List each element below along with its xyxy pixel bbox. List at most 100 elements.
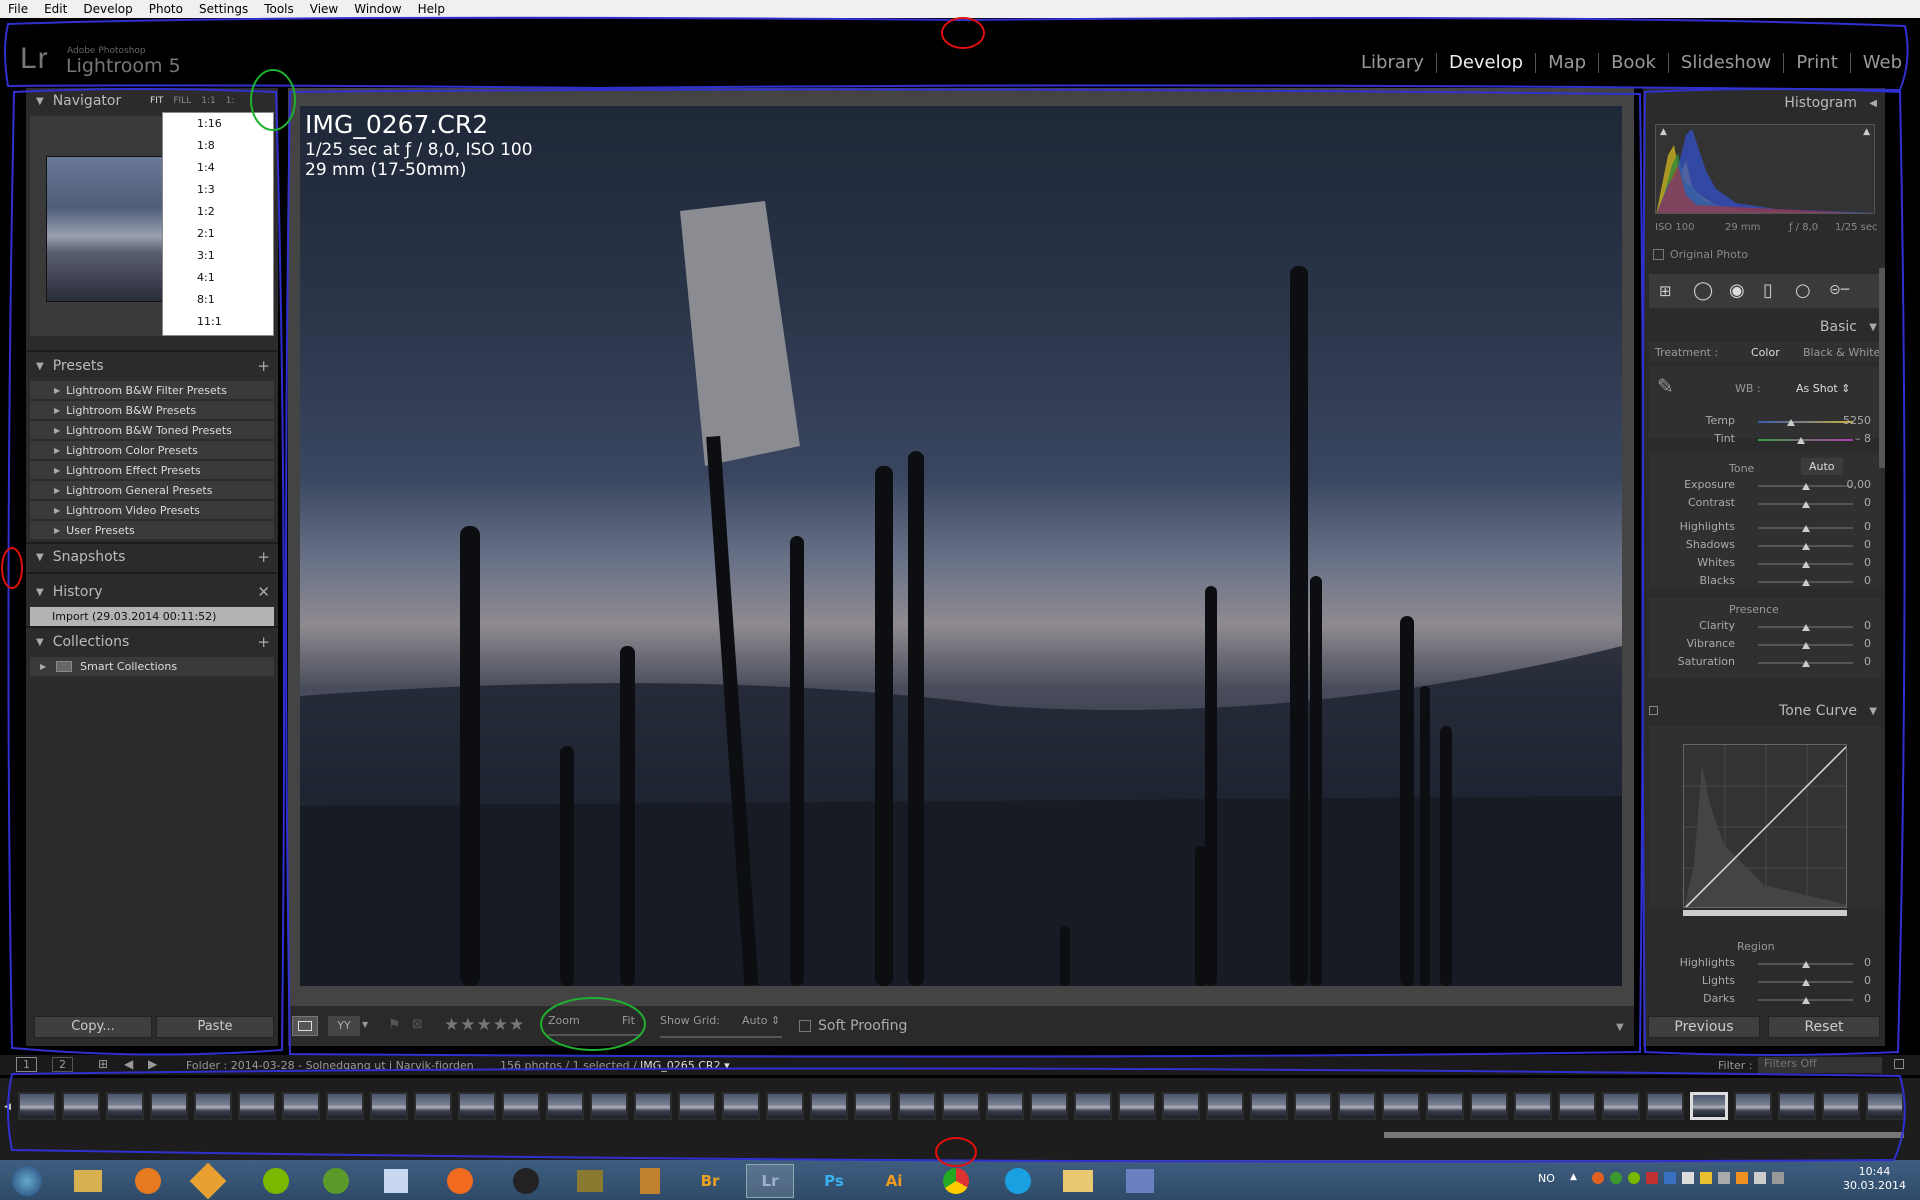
previous-button[interactable]: Previous	[1648, 1016, 1760, 1038]
snapshots-header[interactable]: ▼ Snapshots +	[26, 544, 278, 570]
nav-option-fit[interactable]: FIT	[150, 96, 163, 106]
filmstrip-thumbnail[interactable]	[1250, 1092, 1288, 1120]
taskbar-clock[interactable]: 10:44 30.03.2014	[1843, 1165, 1906, 1193]
filmstrip-thumbnail[interactable]	[854, 1092, 892, 1120]
filmstrip-scrollbar[interactable]	[1384, 1132, 1904, 1138]
filmstrip-thumbnail[interactable]	[502, 1092, 540, 1120]
filmstrip-thumbnail[interactable]	[1470, 1092, 1508, 1120]
tray-flag-icon[interactable]	[1718, 1172, 1730, 1184]
expand-triangle-icon[interactable]: ▶	[54, 486, 60, 495]
highlight-clipping-icon[interactable]: ▲	[1863, 127, 1870, 137]
temp-track[interactable]	[1758, 421, 1853, 423]
basic-header[interactable]: Basic ▼	[1643, 314, 1885, 340]
tray-origin-icon[interactable]	[1592, 1172, 1604, 1184]
tray-network-icon[interactable]	[1664, 1172, 1676, 1184]
preset-folder[interactable]: ▶ Lightroom Effect Presets	[30, 461, 274, 480]
slider-value[interactable]: 0	[1864, 619, 1871, 632]
filmstrip-thumbnail[interactable]	[634, 1092, 672, 1120]
tone-curve-graph[interactable]	[1683, 744, 1847, 908]
spot-removal-icon[interactable]: ◯	[1693, 280, 1713, 301]
expand-triangle-icon[interactable]: ▶	[54, 406, 60, 415]
expand-triangle-icon[interactable]: ▶	[40, 662, 46, 671]
tray-power-icon[interactable]	[1736, 1172, 1748, 1184]
menu-photo[interactable]: Photo	[141, 0, 191, 18]
filmstrip-thumbnail[interactable]	[590, 1092, 628, 1120]
filmstrip-thumbnail[interactable]	[722, 1092, 760, 1120]
preset-folder[interactable]: ▶ Lightroom B&W Presets	[30, 401, 274, 420]
source-folder-text[interactable]: Folder : 2014-03-28 - Solnedgang ut i Na…	[186, 1059, 474, 1072]
zoom-option[interactable]: 4:1	[163, 267, 273, 289]
filmstrip-thumbnail[interactable]	[1690, 1092, 1728, 1120]
zoom-option[interactable]: 1:2	[163, 201, 273, 223]
slider-saturation[interactable]: Saturation 0	[1643, 655, 1885, 671]
grid-view-icon[interactable]: ⊞	[98, 1057, 108, 1071]
slider-thumb[interactable]	[1801, 559, 1810, 568]
crop-icon[interactable]: ⊞	[1659, 282, 1672, 300]
filmstrip-thumbnail[interactable]	[326, 1092, 364, 1120]
copy-settings-button[interactable]: Copy...	[34, 1016, 152, 1038]
filter-select[interactable]: Filters Off	[1758, 1057, 1882, 1073]
slider-value[interactable]: 0	[1864, 956, 1871, 969]
reset-button[interactable]: Reset	[1768, 1016, 1880, 1038]
chevron-down-icon[interactable]: ▼	[362, 1020, 368, 1029]
filmstrip-thumbnail[interactable]	[194, 1092, 232, 1120]
add-collection-icon[interactable]: +	[257, 633, 270, 651]
loupe-view-button[interactable]	[292, 1016, 318, 1036]
counter-strike-icon[interactable]	[566, 1164, 614, 1198]
game-icon[interactable]	[626, 1164, 674, 1198]
zoom-option[interactable]: 8:1	[163, 289, 273, 311]
tray-expand-icon[interactable]: ▲	[1570, 1172, 1577, 1182]
filmstrip-thumbnail[interactable]	[678, 1092, 716, 1120]
filmstrip-thumbnail[interactable]	[150, 1092, 188, 1120]
filmstrip-thumbnail[interactable]	[546, 1092, 584, 1120]
tray-spotify-icon[interactable]	[1628, 1172, 1640, 1184]
main-photo[interactable]	[300, 106, 1622, 986]
slider-thumb[interactable]	[1801, 959, 1810, 968]
zoom-option[interactable]: 3:1	[163, 245, 273, 267]
slider-thumb[interactable]	[1801, 995, 1810, 1004]
before-after-button[interactable]: YY	[328, 1016, 360, 1036]
filmstrip-thumbnail[interactable]	[986, 1092, 1024, 1120]
module-library[interactable]: Library	[1349, 53, 1436, 73]
lightroom-taskbar-icon[interactable]: Lr	[746, 1164, 794, 1198]
steam-icon[interactable]	[502, 1164, 550, 1198]
module-slideshow[interactable]: Slideshow	[1667, 53, 1783, 73]
slider-thumb[interactable]	[1801, 622, 1810, 631]
menu-window[interactable]: Window	[346, 0, 409, 18]
start-button[interactable]	[4, 1164, 50, 1198]
soft-proofing-checkbox[interactable]	[799, 1020, 811, 1032]
expand-triangle-icon[interactable]: ▶	[54, 426, 60, 435]
slider-thumb[interactable]	[1801, 658, 1810, 667]
split-point-track[interactable]	[1683, 910, 1847, 916]
toolbar-menu-chevron-icon[interactable]: ▼	[1616, 1022, 1624, 1033]
utorrent-icon[interactable]	[312, 1164, 360, 1198]
add-preset-icon[interactable]: +	[257, 357, 270, 375]
filmstrip-thumbnail[interactable]	[1558, 1092, 1596, 1120]
tray-volume-icon[interactable]	[1754, 1172, 1766, 1184]
menu-view[interactable]: View	[302, 0, 346, 18]
slider-thumb[interactable]	[1801, 577, 1810, 586]
back-arrow-icon[interactable]: ◀	[124, 1057, 133, 1071]
grid-size-slider[interactable]	[660, 1036, 782, 1038]
clear-history-icon[interactable]: ✕	[257, 583, 270, 601]
slider-thumb[interactable]	[1801, 481, 1810, 490]
slider-highlights[interactable]: Highlights 0	[1643, 520, 1885, 536]
slider-clarity[interactable]: Clarity 0	[1643, 619, 1885, 635]
expand-triangle-icon[interactable]: ▶	[54, 506, 60, 515]
slider-thumb[interactable]	[1801, 541, 1810, 550]
slider-lights[interactable]: Lights 0	[1643, 974, 1885, 990]
flag-icon[interactable]: ⚑	[388, 1017, 401, 1033]
filmstrip-thumbnail[interactable]	[1602, 1092, 1640, 1120]
file-explorer-icon[interactable]	[1054, 1164, 1102, 1198]
secondary-window-button[interactable]: 2	[52, 1057, 73, 1072]
collapse-triangle-icon[interactable]: ▼	[36, 96, 44, 107]
paste-settings-button[interactable]: Paste	[156, 1016, 274, 1038]
original-photo-checkbox[interactable]	[1653, 249, 1664, 260]
zoom-option[interactable]: 1:8	[163, 135, 273, 157]
filmstrip-thumbnail[interactable]	[1426, 1092, 1464, 1120]
treatment-bw-button[interactable]: Black & White	[1803, 346, 1880, 359]
selected-file-menu[interactable]: IMG_0265.CR2 ▾	[640, 1059, 730, 1072]
filmstrip-thumbnail[interactable]	[810, 1092, 848, 1120]
history-header[interactable]: ▼ History ✕	[26, 579, 278, 605]
skype-icon[interactable]	[994, 1164, 1042, 1198]
